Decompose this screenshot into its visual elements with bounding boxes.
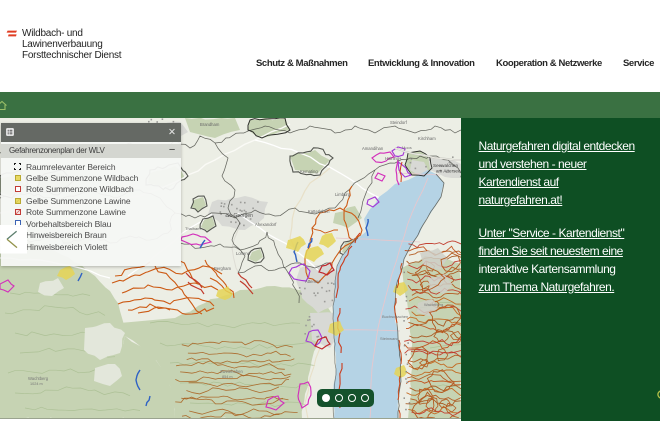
- svg-text:854 m: 854 m: [222, 375, 233, 379]
- svg-text:Wachtberg: Wachtberg: [28, 376, 49, 381]
- svg-text:Attersee: Attersee: [305, 279, 321, 284]
- svg-text:Brandham: Brandham: [200, 122, 220, 127]
- svg-text:Seewalchen: Seewalchen: [433, 163, 458, 168]
- svg-text:Haining: Haining: [385, 156, 400, 161]
- svg-text:1024 m: 1024 m: [30, 382, 43, 386]
- svg-text:Steinwand: Steinwand: [380, 336, 399, 341]
- svg-text:Kemating: Kemating: [300, 169, 318, 174]
- svg-text:Steindorf: Steindorf: [390, 120, 408, 125]
- svg-text:Lohend: Lohend: [236, 251, 251, 256]
- svg-text:Kirchham: Kirchham: [418, 136, 436, 141]
- svg-text:St. Georgen: St. Georgen: [226, 213, 253, 219]
- svg-text:Ahexandorf: Ahexandorf: [255, 222, 277, 227]
- svg-text:Zweiehohen: Zweiehohen: [220, 369, 243, 374]
- svg-text:Bergham: Bergham: [214, 266, 232, 271]
- svg-text:Amandihan: Amandihan: [362, 146, 384, 151]
- svg-text:Limburg: Limburg: [335, 192, 351, 197]
- svg-text:Katterlohen: Katterlohen: [308, 209, 330, 214]
- svg-text:Thalham: Thalham: [185, 226, 201, 231]
- svg-text:Buchschachen: Buchschachen: [382, 314, 408, 319]
- svg-text:Wachtberg: Wachtberg: [424, 302, 443, 307]
- svg-text:am Attersee: am Attersee: [436, 169, 461, 174]
- svg-text:Moos: Moos: [402, 145, 412, 150]
